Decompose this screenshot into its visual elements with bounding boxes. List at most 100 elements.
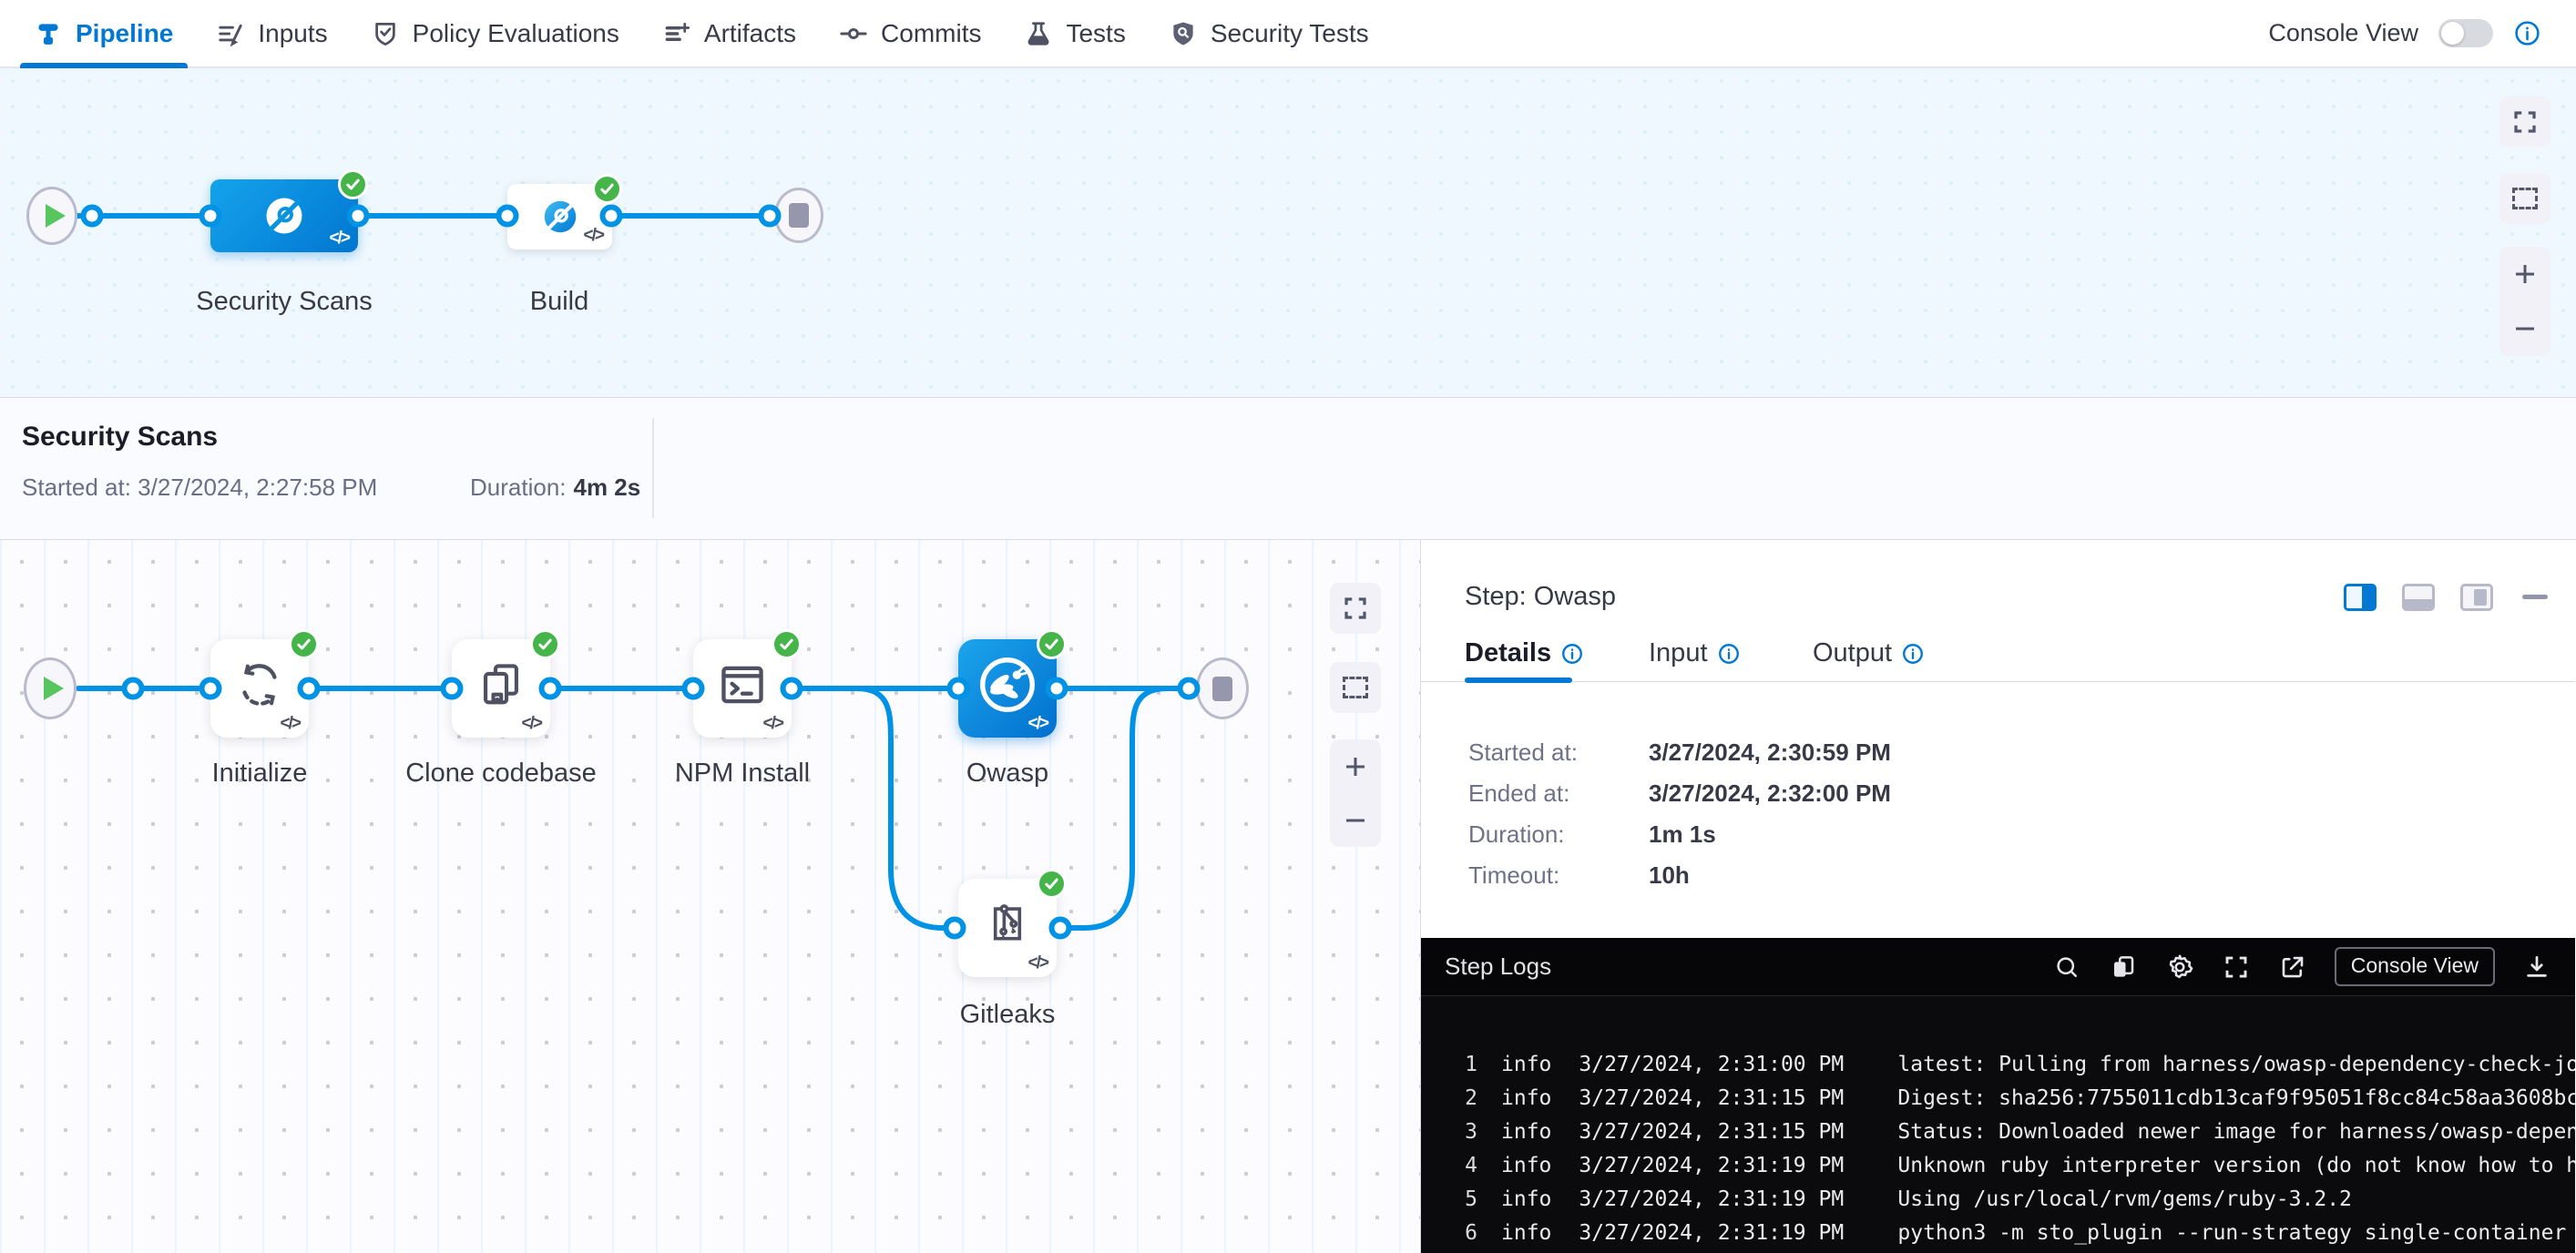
- log-timestamp: 3/27/2024, 2:31:00 PM: [1579, 1053, 1845, 1076]
- stop-icon: [1212, 677, 1232, 701]
- log-message: Status: Downloaded newer image for harne…: [1897, 1120, 2575, 1144]
- minimize-panel-icon[interactable]: [2519, 584, 2551, 611]
- tab-input[interactable]: Input: [1649, 638, 1741, 668]
- fullscreen-icon: [2511, 108, 2539, 136]
- stage-node-build[interactable]: </>: [507, 184, 612, 250]
- divider: [652, 418, 654, 518]
- edge-dot: [347, 205, 370, 228]
- tab-security-tests[interactable]: Security Tests: [1170, 0, 1369, 66]
- stage-canvas-fullscreen-button[interactable]: [2499, 97, 2550, 148]
- clone-codebase-icon: [475, 658, 527, 711]
- duration-value: 4m 2s: [574, 474, 641, 501]
- step-node-gitleaks[interactable]: </>: [958, 879, 1057, 977]
- toggle-knob: [2441, 22, 2464, 45]
- tab-policy-evaluations[interactable]: Policy Evaluations: [372, 0, 619, 66]
- detail-row: Duration: 1m 1s: [1468, 820, 1565, 849]
- log-line: 3 info 3/27/2024, 2:31:15 PM Status: Dow…: [1421, 1115, 2575, 1148]
- artifacts-icon: [663, 19, 692, 48]
- tab-label: Policy Evaluations: [413, 19, 619, 48]
- code-glyph: </>: [330, 229, 349, 249]
- tab-artifacts[interactable]: Artifacts: [663, 0, 796, 66]
- detail-label: Ended at:: [1468, 779, 1569, 807]
- log-line: 6 info 3/27/2024, 2:31:19 PM python3 -m …: [1421, 1216, 2575, 1249]
- step-logs-body[interactable]: 1 info 3/27/2024, 2:31:00 PM latest: Pul…: [1421, 996, 2575, 1253]
- edge: [357, 213, 507, 219]
- step-canvas-fullscreen-button[interactable]: [1330, 583, 1381, 634]
- code-glyph: </>: [522, 714, 541, 734]
- stage-label[interactable]: Build: [530, 287, 589, 317]
- success-check-icon: [1037, 869, 1067, 899]
- pipeline-icon: [35, 19, 64, 48]
- detail-label: Duration:: [1468, 820, 1565, 848]
- tab-tests[interactable]: Tests: [1025, 0, 1125, 66]
- log-line-number: 1: [1445, 1053, 1477, 1076]
- tab-details[interactable]: Details: [1465, 638, 1584, 668]
- stage-label[interactable]: Security Scans: [196, 287, 372, 317]
- step-panel-title: Step: Owasp: [1465, 582, 1616, 612]
- step-canvas-marquee-button[interactable]: [1330, 662, 1381, 713]
- active-tab-underline: [1465, 677, 1572, 683]
- tab-commits[interactable]: Commits: [840, 0, 981, 66]
- edge-dot: [1046, 677, 1068, 700]
- stage-started-at: Started at: 3/27/2024, 2:27:58 PM: [22, 474, 377, 502]
- stage-info-title: Security Scans: [22, 422, 218, 453]
- fullscreen-logs-icon[interactable]: [2222, 952, 2251, 982]
- edge-dot: [539, 677, 562, 700]
- log-level: info: [1501, 1221, 1551, 1245]
- stop-icon: [789, 203, 809, 228]
- layout-right-panel-icon[interactable]: [2344, 584, 2377, 611]
- layout-floating-panel-icon[interactable]: [2460, 584, 2493, 611]
- step-label[interactable]: Owasp: [966, 759, 1048, 789]
- code-glyph: </>: [584, 226, 603, 246]
- zoom-out-icon: [2511, 315, 2539, 342]
- step-label[interactable]: NPM Install: [675, 759, 810, 789]
- fullscreen-icon: [1342, 595, 1369, 622]
- step-label[interactable]: Initialize: [212, 759, 308, 789]
- log-line-number: 6: [1445, 1221, 1477, 1245]
- edge-dot: [496, 205, 519, 228]
- log-line-number: 3: [1445, 1120, 1477, 1144]
- edge-dot: [1049, 917, 1072, 940]
- layout-bottom-panel-icon[interactable]: [2402, 584, 2435, 611]
- step-label[interactable]: Gitleaks: [960, 1000, 1056, 1030]
- edge-dot: [199, 677, 222, 700]
- edge-dot: [1178, 677, 1201, 700]
- step-node-clone-codebase[interactable]: </>: [452, 639, 550, 738]
- open-in-new-icon[interactable]: [2278, 952, 2307, 982]
- console-view-toggle[interactable]: [2438, 19, 2493, 47]
- search-logs-icon[interactable]: [2052, 952, 2081, 982]
- step-logs-panel: Step Logs: [1421, 938, 2575, 1253]
- step-start-node: [24, 657, 77, 719]
- step-graph-canvas[interactable]: </> Initialize </> Clone codebase: [0, 540, 1420, 1253]
- tests-icon: [1025, 19, 1054, 48]
- step-node-initialize[interactable]: </>: [210, 639, 309, 738]
- inputs-icon: [217, 19, 246, 48]
- step-canvas-zoom-control[interactable]: [1330, 739, 1381, 847]
- info-icon: [1901, 642, 1925, 666]
- tab-pipeline[interactable]: Pipeline: [35, 0, 173, 66]
- step-node-npm-install[interactable]: </>: [693, 639, 792, 738]
- console-view-button[interactable]: Console View: [2335, 947, 2495, 986]
- marquee-select-icon: [2512, 188, 2538, 209]
- tab-label: Pipeline: [76, 19, 173, 48]
- step-node-owasp[interactable]: </>: [958, 639, 1057, 738]
- stage-canvas-zoom-control[interactable]: [2499, 247, 2550, 356]
- tab-output[interactable]: Output: [1813, 638, 1925, 668]
- step-logs-actions: Console View: [2052, 947, 2551, 986]
- step-label[interactable]: Clone codebase: [405, 759, 597, 789]
- edge: [610, 213, 770, 219]
- log-timestamp: 3/27/2024, 2:31:19 PM: [1579, 1154, 1845, 1177]
- step-details-panel: Step: Owasp Details Input: [1420, 540, 2575, 1253]
- stage-canvas-marquee-button[interactable]: [2499, 173, 2550, 224]
- panel-layout-controls: [2344, 584, 2551, 611]
- stage-node-security-scans[interactable]: </>: [210, 179, 358, 252]
- tab-inputs[interactable]: Inputs: [217, 0, 327, 66]
- stage-graph-canvas[interactable]: </> Security Scans </> Build: [0, 68, 2576, 398]
- stage-start-node: [26, 187, 77, 245]
- code-glyph: </>: [1028, 714, 1048, 734]
- tab-label: Inputs: [258, 19, 327, 48]
- download-logs-icon[interactable]: [2522, 952, 2551, 982]
- copy-logs-icon[interactable]: [2109, 952, 2138, 982]
- info-icon[interactable]: [2513, 19, 2541, 47]
- log-settings-gear-icon[interactable]: [2165, 952, 2194, 982]
